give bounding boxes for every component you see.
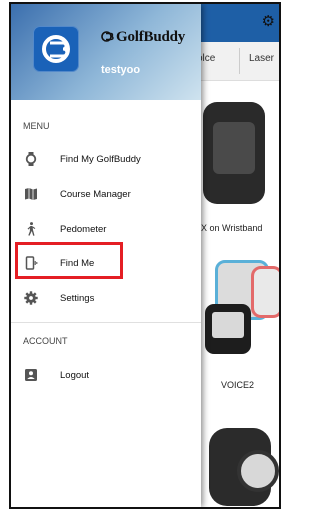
menu-item-settings[interactable]: Settings [11,282,201,316]
tab-separator [239,48,240,74]
golfbuddy-app-icon [33,26,79,72]
gear-icon[interactable]: ⚙ [262,12,275,32]
product-label: X on Wristband [201,223,263,233]
menu-item-label: Course Manager [60,189,131,200]
menu-item-label: Logout [60,370,90,381]
menu-divider [11,322,201,323]
watch-face [237,450,279,492]
screen-frame: ⚙ olce Laser X on Wristband VOICE2 GolfB… [9,2,281,509]
tab-laser[interactable]: Laser [249,53,274,64]
watch-face [213,122,255,174]
username: testyoo [101,64,141,76]
menu-section-label: MENU [23,121,50,131]
menu-item-label: Pedometer [60,224,107,235]
menu-item-logout[interactable]: Logout [11,359,201,393]
account-box-icon [25,369,37,381]
product-label: VOICE2 [221,380,255,390]
brand-mark-icon [101,31,114,42]
device-screen [212,312,244,338]
map-icon [25,188,37,200]
navigation-drawer: GolfBuddy testyoo MENU Find My GolfBuddy… [11,4,201,507]
walking-person-icon [27,222,36,236]
voice-device-image [251,266,279,318]
menu-item-course-manager[interactable]: Course Manager [11,178,201,212]
menu-item-label: Settings [60,293,95,304]
product-card[interactable] [201,414,279,507]
find-me-highlight-box [15,242,123,279]
gear-icon [24,291,38,305]
menu-item-find-my-golfbuddy[interactable]: Find My GolfBuddy [11,143,201,177]
account-section-label: ACCOUNT [23,336,68,346]
product-card[interactable]: VOICE2 [201,252,279,402]
brand-name: GolfBuddy [116,29,186,45]
watch-icon [25,152,37,166]
brand-logo: GolfBuddy [101,29,185,46]
product-card[interactable]: X on Wristband [201,90,279,240]
drawer-header: GolfBuddy testyoo [11,4,201,100]
menu-item-label: Find My GolfBuddy [60,154,141,165]
